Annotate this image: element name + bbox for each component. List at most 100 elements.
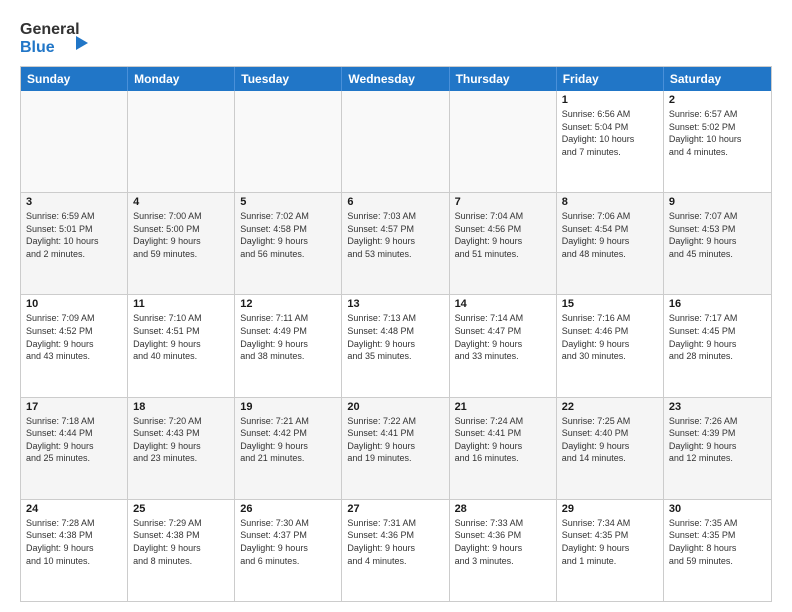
day-number: 11 bbox=[133, 298, 229, 310]
calendar-cell: 1 Sunrise: 6:56 AM Sunset: 5:04 PM Daylig… bbox=[557, 91, 664, 192]
calendar-cell: 11 Sunrise: 7:10 AM Sunset: 4:51 PM Dayli… bbox=[128, 295, 235, 396]
day-info: Sunrise: 7:29 AM Sunset: 4:38 PM Dayligh… bbox=[133, 517, 229, 567]
day-number: 6 bbox=[347, 196, 443, 208]
day-info: Sunrise: 7:09 AM Sunset: 4:52 PM Dayligh… bbox=[26, 312, 122, 362]
calendar-cell: 13 Sunrise: 7:13 AM Sunset: 4:48 PM Dayli… bbox=[342, 295, 449, 396]
day-number: 14 bbox=[455, 298, 551, 310]
calendar-cell: 7Sunrise: 7:04 AM Sunset: 4:56 PM Daylig… bbox=[450, 193, 557, 294]
calendar-row: 17Sunrise: 7:18 AM Sunset: 4:44 PM Dayli… bbox=[21, 398, 771, 500]
calendar-row: 10 Sunrise: 7:09 AM Sunset: 4:52 PM Dayli… bbox=[21, 295, 771, 397]
day-number: 20 bbox=[347, 401, 443, 413]
day-number: 18 bbox=[133, 401, 229, 413]
calendar-cell: 24 Sunrise: 7:28 AM Sunset: 4:38 PM Dayli… bbox=[21, 500, 128, 601]
calendar: SundayMondayTuesdayWednesdayThursdayFrid… bbox=[20, 66, 772, 602]
day-number: 15 bbox=[562, 298, 658, 310]
day-info: Sunrise: 7:17 AM Sunset: 4:45 PM Dayligh… bbox=[669, 312, 766, 362]
day-number: 23 bbox=[669, 401, 766, 413]
calendar-cell: 19 Sunrise: 7:21 AM Sunset: 4:42 PM Dayli… bbox=[235, 398, 342, 499]
day-info: Sunrise: 7:31 AM Sunset: 4:36 PM Dayligh… bbox=[347, 517, 443, 567]
header: GeneralBlue bbox=[20, 16, 772, 56]
calendar-cell: 2 Sunrise: 6:57 AM Sunset: 5:02 PM Daylig… bbox=[664, 91, 771, 192]
day-number: 22 bbox=[562, 401, 658, 413]
calendar-cell bbox=[342, 91, 449, 192]
day-info: Sunrise: 7:06 AM Sunset: 4:54 PM Dayligh… bbox=[562, 210, 658, 260]
calendar-row: 1 Sunrise: 6:56 AM Sunset: 5:04 PM Daylig… bbox=[21, 91, 771, 193]
day-number: 2 bbox=[669, 94, 766, 106]
day-info: Sunrise: 7:34 AM Sunset: 4:35 PM Dayligh… bbox=[562, 517, 658, 567]
day-info: Sunrise: 7:21 AM Sunset: 4:42 PM Dayligh… bbox=[240, 415, 336, 465]
day-info: Sunrise: 6:56 AM Sunset: 5:04 PM Dayligh… bbox=[562, 108, 658, 158]
day-number: 1 bbox=[562, 94, 658, 106]
calendar-cell: 5Sunrise: 7:02 AM Sunset: 4:58 PM Daylig… bbox=[235, 193, 342, 294]
day-number: 30 bbox=[669, 503, 766, 515]
calendar-cell: 20 Sunrise: 7:22 AM Sunset: 4:41 PM Dayli… bbox=[342, 398, 449, 499]
calendar-cell: 17Sunrise: 7:18 AM Sunset: 4:44 PM Dayli… bbox=[21, 398, 128, 499]
day-number: 24 bbox=[26, 503, 122, 515]
day-number: 26 bbox=[240, 503, 336, 515]
calendar-cell: 15 Sunrise: 7:16 AM Sunset: 4:46 PM Dayli… bbox=[557, 295, 664, 396]
day-number: 21 bbox=[455, 401, 551, 413]
day-number: 10 bbox=[26, 298, 122, 310]
weekday-header: Saturday bbox=[664, 67, 771, 91]
calendar-cell: 3Sunrise: 6:59 AM Sunset: 5:01 PM Daylig… bbox=[21, 193, 128, 294]
day-info: Sunrise: 7:02 AM Sunset: 4:58 PM Dayligh… bbox=[240, 210, 336, 260]
day-info: Sunrise: 7:28 AM Sunset: 4:38 PM Dayligh… bbox=[26, 517, 122, 567]
day-info: Sunrise: 7:11 AM Sunset: 4:49 PM Dayligh… bbox=[240, 312, 336, 362]
day-number: 9 bbox=[669, 196, 766, 208]
calendar-cell: 29 Sunrise: 7:34 AM Sunset: 4:35 PM Dayli… bbox=[557, 500, 664, 601]
day-info: Sunrise: 7:22 AM Sunset: 4:41 PM Dayligh… bbox=[347, 415, 443, 465]
calendar-cell: 27 Sunrise: 7:31 AM Sunset: 4:36 PM Dayli… bbox=[342, 500, 449, 601]
page: GeneralBlue SundayMondayTuesdayWednesday… bbox=[0, 0, 792, 612]
svg-text:General: General bbox=[20, 21, 80, 38]
weekday-header: Tuesday bbox=[235, 67, 342, 91]
weekday-header: Thursday bbox=[450, 67, 557, 91]
weekday-header: Wednesday bbox=[342, 67, 449, 91]
day-info: Sunrise: 7:25 AM Sunset: 4:40 PM Dayligh… bbox=[562, 415, 658, 465]
calendar-cell: 10 Sunrise: 7:09 AM Sunset: 4:52 PM Dayli… bbox=[21, 295, 128, 396]
day-info: Sunrise: 7:16 AM Sunset: 4:46 PM Dayligh… bbox=[562, 312, 658, 362]
day-number: 19 bbox=[240, 401, 336, 413]
day-info: Sunrise: 7:03 AM Sunset: 4:57 PM Dayligh… bbox=[347, 210, 443, 260]
calendar-cell: 30Sunrise: 7:35 AM Sunset: 4:35 PM Dayli… bbox=[664, 500, 771, 601]
day-info: Sunrise: 7:24 AM Sunset: 4:41 PM Dayligh… bbox=[455, 415, 551, 465]
day-number: 13 bbox=[347, 298, 443, 310]
day-number: 8 bbox=[562, 196, 658, 208]
day-info: Sunrise: 7:13 AM Sunset: 4:48 PM Dayligh… bbox=[347, 312, 443, 362]
day-info: Sunrise: 7:20 AM Sunset: 4:43 PM Dayligh… bbox=[133, 415, 229, 465]
day-number: 17 bbox=[26, 401, 122, 413]
weekday-header: Friday bbox=[557, 67, 664, 91]
calendar-cell: 16Sunrise: 7:17 AM Sunset: 4:45 PM Dayli… bbox=[664, 295, 771, 396]
calendar-cell: 21 Sunrise: 7:24 AM Sunset: 4:41 PM Dayli… bbox=[450, 398, 557, 499]
calendar-cell: 9 Sunrise: 7:07 AM Sunset: 4:53 PM Daylig… bbox=[664, 193, 771, 294]
day-info: Sunrise: 7:07 AM Sunset: 4:53 PM Dayligh… bbox=[669, 210, 766, 260]
calendar-cell bbox=[235, 91, 342, 192]
day-number: 4 bbox=[133, 196, 229, 208]
day-info: Sunrise: 6:59 AM Sunset: 5:01 PM Dayligh… bbox=[26, 210, 122, 260]
calendar-cell: 23Sunrise: 7:26 AM Sunset: 4:39 PM Dayli… bbox=[664, 398, 771, 499]
day-info: Sunrise: 7:14 AM Sunset: 4:47 PM Dayligh… bbox=[455, 312, 551, 362]
day-info: Sunrise: 7:00 AM Sunset: 5:00 PM Dayligh… bbox=[133, 210, 229, 260]
day-info: Sunrise: 7:10 AM Sunset: 4:51 PM Dayligh… bbox=[133, 312, 229, 362]
day-number: 29 bbox=[562, 503, 658, 515]
calendar-row: 24 Sunrise: 7:28 AM Sunset: 4:38 PM Dayli… bbox=[21, 500, 771, 601]
day-info: Sunrise: 6:57 AM Sunset: 5:02 PM Dayligh… bbox=[669, 108, 766, 158]
calendar-cell: 25Sunrise: 7:29 AM Sunset: 4:38 PM Dayli… bbox=[128, 500, 235, 601]
weekday-header: Sunday bbox=[21, 67, 128, 91]
weekday-header: Monday bbox=[128, 67, 235, 91]
calendar-cell: 6 Sunrise: 7:03 AM Sunset: 4:57 PM Daylig… bbox=[342, 193, 449, 294]
logo: GeneralBlue bbox=[20, 16, 90, 56]
calendar-cell: 18 Sunrise: 7:20 AM Sunset: 4:43 PM Dayli… bbox=[128, 398, 235, 499]
calendar-row: 3Sunrise: 6:59 AM Sunset: 5:01 PM Daylig… bbox=[21, 193, 771, 295]
logo-icon: GeneralBlue bbox=[20, 16, 90, 56]
svg-text:Blue: Blue bbox=[20, 39, 55, 56]
day-info: Sunrise: 7:33 AM Sunset: 4:36 PM Dayligh… bbox=[455, 517, 551, 567]
calendar-cell: 4 Sunrise: 7:00 AM Sunset: 5:00 PM Daylig… bbox=[128, 193, 235, 294]
day-number: 27 bbox=[347, 503, 443, 515]
calendar-header: SundayMondayTuesdayWednesdayThursdayFrid… bbox=[21, 67, 771, 91]
calendar-cell: 28Sunrise: 7:33 AM Sunset: 4:36 PM Dayli… bbox=[450, 500, 557, 601]
calendar-cell bbox=[450, 91, 557, 192]
calendar-body: 1 Sunrise: 6:56 AM Sunset: 5:04 PM Daylig… bbox=[21, 91, 771, 601]
day-info: Sunrise: 7:04 AM Sunset: 4:56 PM Dayligh… bbox=[455, 210, 551, 260]
calendar-cell: 8 Sunrise: 7:06 AM Sunset: 4:54 PM Daylig… bbox=[557, 193, 664, 294]
calendar-cell bbox=[128, 91, 235, 192]
